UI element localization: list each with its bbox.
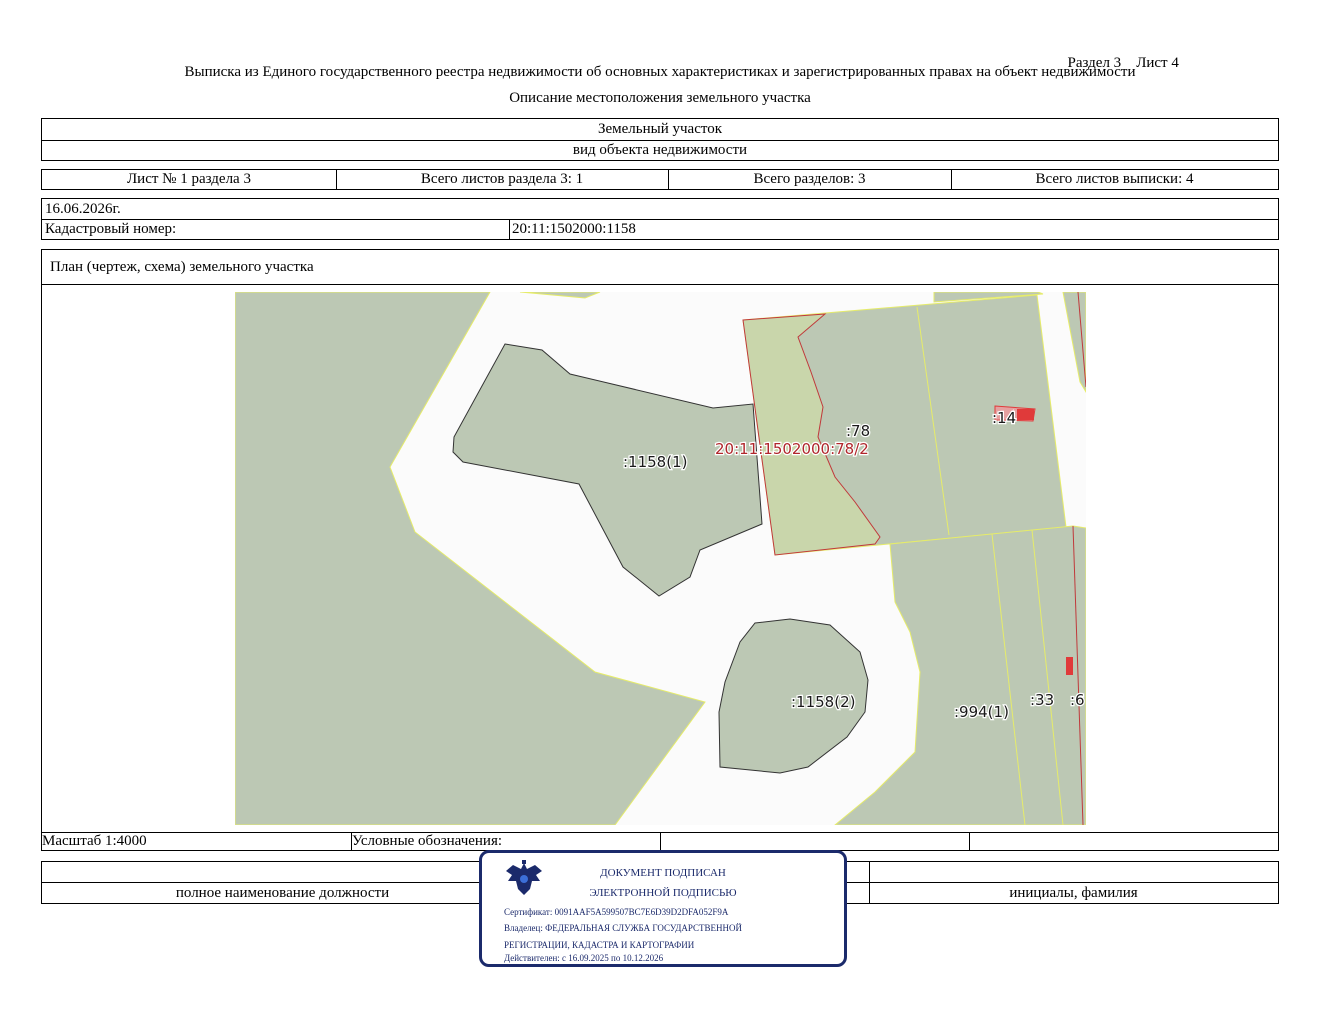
label-6: :6 (1070, 691, 1085, 709)
label-994-1: :994(1) (954, 703, 1009, 721)
map-svg: :1158(1) :1158(2) :78 20:11:1502000:78/2… (235, 292, 1086, 825)
document-title: Выписка из Единого государственного реес… (184, 64, 1136, 80)
stamp-line-2: ЭЛЕКТРОННОЙ ПОДПИСЬЮ (589, 887, 737, 899)
date-cadastral-table: 16.06.2026г. Кадастровый номер: 20:11:15… (41, 198, 1279, 240)
plan-title: План (чертеж, схема) земельного участка (50, 258, 314, 275)
label-78-2: 20:11:1502000:78/2 (715, 440, 869, 458)
position-caption: полное наименование должности (175, 884, 390, 901)
object-name: Земельный участок (597, 121, 723, 137)
parcel-994 (834, 525, 1086, 825)
cadastral-map: :1158(1) :1158(2) :78 20:11:1502000:78/2… (235, 292, 1086, 825)
sheet-number: Лист № 1 раздела 3 (127, 171, 251, 187)
label-1158-2: :1158(2) (791, 693, 855, 711)
document-subtitle: Описание местоположения земельного участ… (509, 90, 811, 106)
cadastral-label: Кадастровый номер: (45, 220, 177, 237)
extract-date: 16.06.2026г. (45, 200, 121, 217)
stamp-certificate: Сертификат: 0091AAF5A599507BC7E6D39D2DFA… (504, 907, 729, 917)
stamp-valid: Действителен: с 16.09.2025 по 10.12.2026 (504, 953, 664, 963)
electronic-signature-stamp: ДОКУМЕНТ ПОДПИСАН ЭЛЕКТРОННОЙ ПОДПИСЬЮ С… (479, 850, 847, 967)
building-small (1066, 657, 1073, 675)
scale-label: Масштаб 1:4000 (42, 832, 147, 849)
label-14: :14 (992, 409, 1016, 427)
label-33: :33 (1030, 691, 1054, 709)
parcel-1158-1 (452, 343, 763, 597)
building-14-core (1017, 409, 1034, 420)
stamp-owner-line-2: РЕГИСТРАЦИИ, КАДАСТРА И КАРТОГРАФИИ (504, 940, 695, 950)
object-kind-caption: вид объекта недвижимости (572, 141, 748, 158)
label-78: :78 (846, 422, 870, 440)
object-type-table: Земельный участок вид объекта недвижимос… (41, 118, 1279, 161)
cadastral-number: 20:11:1502000:1158 (512, 220, 636, 237)
label-1158-1: :1158(1) (623, 453, 687, 471)
legend-label: Условные обозначения: (352, 832, 503, 849)
sheets-info-row: Лист № 1 раздела 3 Всего листов раздела … (41, 169, 1279, 190)
total-section-sheets: Всего листов раздела 3: 1 (420, 171, 584, 187)
total-sections: Всего разделов: 3 (753, 171, 866, 187)
stamp-line-1: ДОКУМЕНТ ПОДПИСАН (600, 867, 726, 879)
stamp-owner-line-1: Владелец: ФЕДЕРАЛЬНАЯ СЛУЖБА ГОСУДАРСТВЕ… (504, 923, 743, 933)
name-caption: инициалы, фамилия (1009, 884, 1138, 901)
total-extract-sheets: Всего листов выписки: 4 (1035, 171, 1194, 187)
parcel-top-strip (519, 292, 601, 299)
